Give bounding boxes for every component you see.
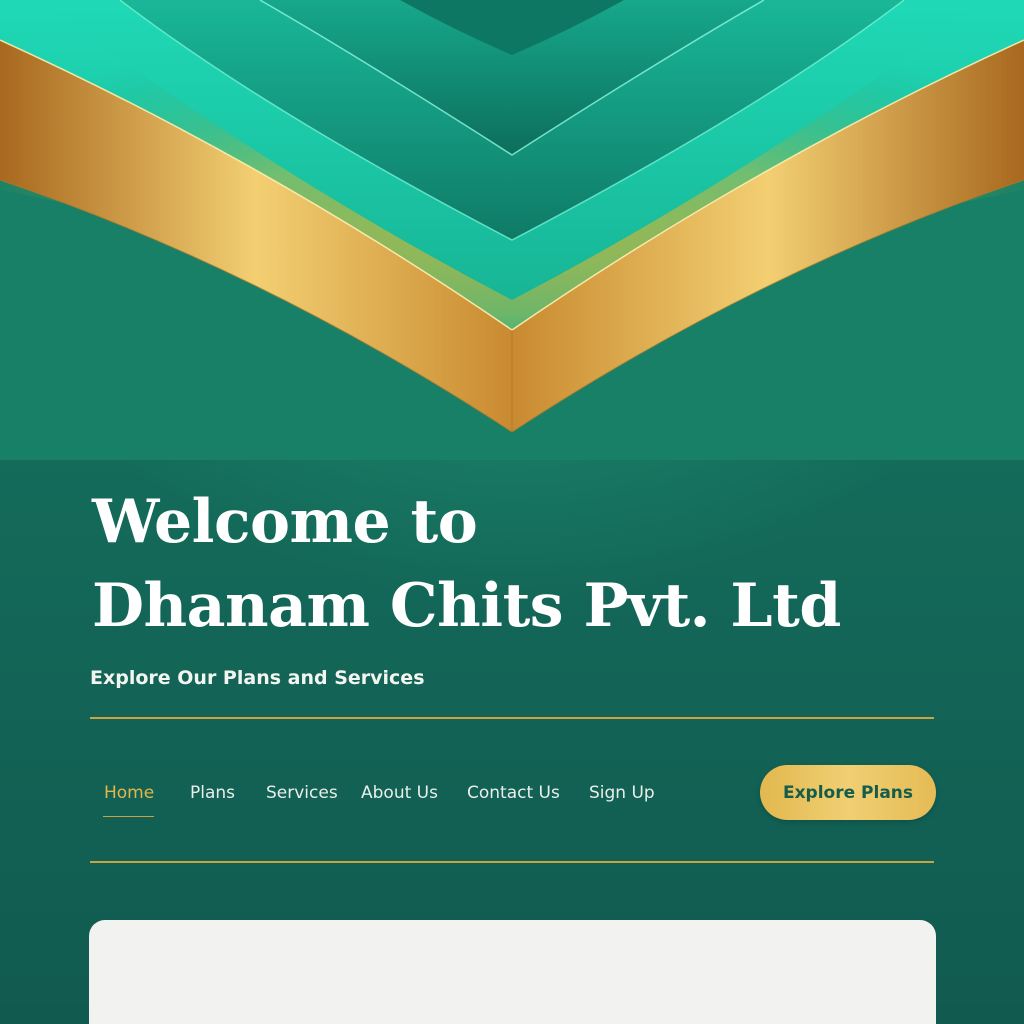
hero-title-line1: Welcome to <box>92 487 478 557</box>
divider-top <box>90 717 934 719</box>
nav-item-home[interactable]: Home <box>104 782 154 804</box>
explore-plans-button[interactable]: Explore Plans <box>760 765 936 820</box>
nav-item-plans[interactable]: Plans <box>190 782 235 804</box>
hero-subtitle: Explore Our Plans and Services <box>90 667 425 689</box>
nav-active-underline <box>103 816 154 817</box>
hero-title-line2: Dhanam Chits Pvt. Ltd <box>92 571 841 641</box>
nav-item-sign-up[interactable]: Sign Up <box>589 782 655 804</box>
hero-title: Welcome to Dhanam Chits Pvt. Ltd <box>92 480 972 648</box>
divider-bottom <box>90 861 934 863</box>
landing-page: Welcome to Dhanam Chits Pvt. Ltd Explore… <box>0 0 1024 1024</box>
content-card <box>89 920 936 1024</box>
hero-chevron-artwork <box>0 0 1024 460</box>
nav-item-contact-us[interactable]: Contact Us <box>467 782 560 804</box>
nav-item-services[interactable]: Services <box>266 782 338 804</box>
nav-item-about-us[interactable]: About Us <box>361 782 438 804</box>
